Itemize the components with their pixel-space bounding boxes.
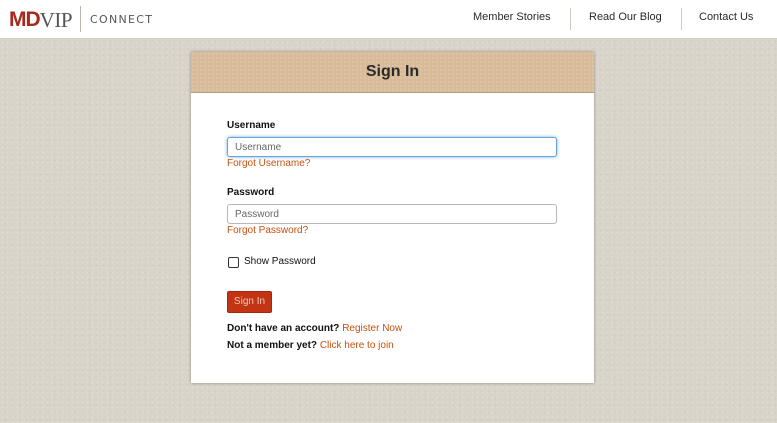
logo-divider (80, 6, 81, 32)
username-label: Username (227, 120, 276, 131)
join-line: Not a member yet? Click here to join (227, 340, 394, 351)
logo-connect-text: CONNECT (90, 13, 154, 26)
signin-title: Sign In (365, 63, 420, 80)
join-question: Not a member yet? (227, 340, 318, 351)
register-now-link[interactable]: Register Now (342, 323, 402, 334)
signin-card-header: Sign In (191, 52, 594, 93)
logo-md-text: MD (9, 8, 41, 31)
signin-button[interactable]: Sign In (227, 291, 272, 313)
nav-divider (570, 8, 571, 30)
show-password-label[interactable]: Show Password (244, 256, 316, 267)
password-input[interactable] (227, 204, 557, 224)
nav-read-our-blog[interactable]: Read Our Blog (589, 11, 662, 23)
nav-member-stories[interactable]: Member Stories (473, 11, 551, 23)
forgot-username-link[interactable]: Forgot Username? (227, 158, 310, 169)
nav-contact-us[interactable]: Contact Us (699, 11, 753, 23)
nav-divider (681, 8, 682, 30)
forgot-password-link[interactable]: Forgot Password? (227, 225, 308, 236)
username-input[interactable] (227, 137, 557, 157)
mdvip-logo[interactable]: MD VIP (9, 8, 73, 32)
join-link[interactable]: Click here to join (320, 340, 394, 351)
show-password-checkbox[interactable] (228, 257, 239, 268)
register-line: Don't have an account? Register Now (227, 323, 402, 334)
signin-card: Sign In Username Forgot Username? Passwo… (191, 52, 594, 383)
password-label: Password (227, 187, 275, 198)
register-question: Don't have an account? (227, 323, 340, 334)
top-header: MD VIP CONNECT Member Stories Read Our B… (0, 0, 777, 39)
logo-vip-text: VIP (39, 8, 73, 32)
